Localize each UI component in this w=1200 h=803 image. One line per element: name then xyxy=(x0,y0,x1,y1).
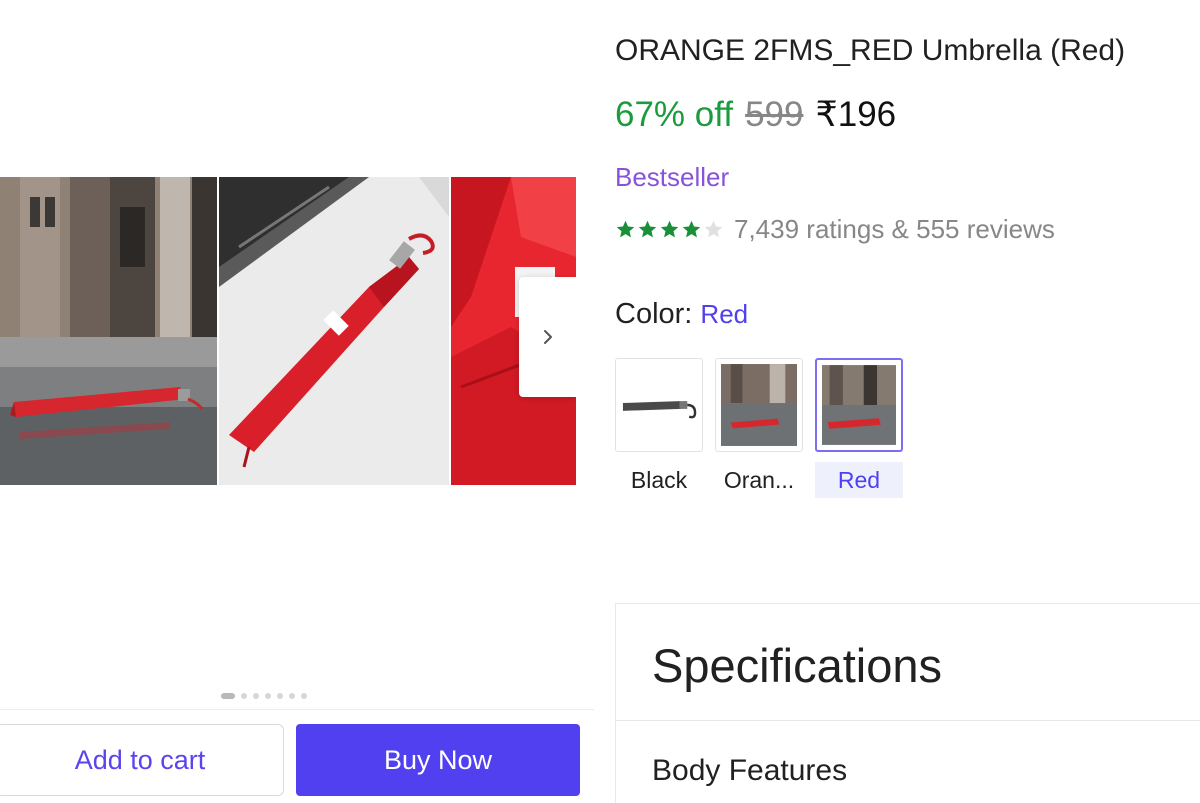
star-empty-icon xyxy=(704,220,723,238)
umbrella-black-thumbnail xyxy=(621,364,697,446)
body-features-heading[interactable]: Body Features xyxy=(652,754,847,788)
color-option-black[interactable]: Black xyxy=(615,358,703,498)
pagination-dot[interactable] xyxy=(241,693,247,699)
star-rating xyxy=(615,219,724,240)
star-filled-icon xyxy=(638,220,657,238)
product-photo-street[interactable] xyxy=(0,177,217,485)
color-option-red[interactable]: Red xyxy=(815,358,903,498)
price-row: 67% off 599 ₹196 xyxy=(615,95,896,135)
chevron-right-icon xyxy=(543,330,552,344)
product-photo-street-image xyxy=(0,177,217,485)
add-to-cart-button[interactable]: Add to cart xyxy=(0,724,284,796)
color-thumb-orange xyxy=(715,358,803,452)
buy-now-button[interactable]: Buy Now xyxy=(296,724,580,796)
product-title: ORANGE 2FMS_RED Umbrella (Red) xyxy=(615,34,1126,67)
selling-price: ₹196 xyxy=(815,95,897,134)
specifications-divider xyxy=(616,720,1200,721)
pagination-dot[interactable] xyxy=(289,693,295,699)
color-swatches: Black Oran... Red xyxy=(615,358,903,498)
umbrella-red-thumbnail xyxy=(822,365,896,445)
color-option-orange[interactable]: Oran... xyxy=(715,358,803,498)
gallery-next-button[interactable] xyxy=(519,277,576,397)
pagination-dot[interactable] xyxy=(265,693,271,699)
rating-summary[interactable]: 7,439 ratings & 555 reviews xyxy=(615,214,1055,245)
pagination-dot[interactable] xyxy=(221,693,235,699)
gallery-pagination-dots xyxy=(221,692,307,700)
color-label: Color: Red xyxy=(615,298,748,331)
color-thumb-red xyxy=(815,358,903,452)
specifications-section: Specifications Body Features xyxy=(615,603,1200,803)
selected-color: Red xyxy=(700,299,749,329)
color-option-label: Oran... xyxy=(723,467,795,493)
original-price: 599 xyxy=(745,95,804,134)
color-thumb-black xyxy=(615,358,703,452)
pagination-dot[interactable] xyxy=(253,693,259,699)
color-option-label: Red xyxy=(815,462,903,498)
color-label-text: Color: xyxy=(615,298,693,330)
pagination-dot[interactable] xyxy=(277,693,283,699)
star-filled-icon xyxy=(616,220,635,238)
ratings-reviews-count: 7,439 ratings & 555 reviews xyxy=(734,214,1055,244)
pagination-dot[interactable] xyxy=(301,693,307,699)
action-bar: Add to cart Buy Now xyxy=(0,709,594,803)
specifications-heading: Specifications xyxy=(652,639,942,692)
product-photo-table[interactable] xyxy=(219,177,449,485)
bestseller-badge: Bestseller xyxy=(615,162,730,192)
color-option-label: Black xyxy=(630,467,688,493)
discount-percentage: 67% off xyxy=(615,95,734,134)
star-filled-icon xyxy=(660,220,679,238)
product-photo-table-image xyxy=(219,177,449,485)
umbrella-orange-thumbnail xyxy=(721,364,797,446)
star-filled-icon xyxy=(682,220,701,238)
product-image-gallery[interactable] xyxy=(0,177,576,485)
